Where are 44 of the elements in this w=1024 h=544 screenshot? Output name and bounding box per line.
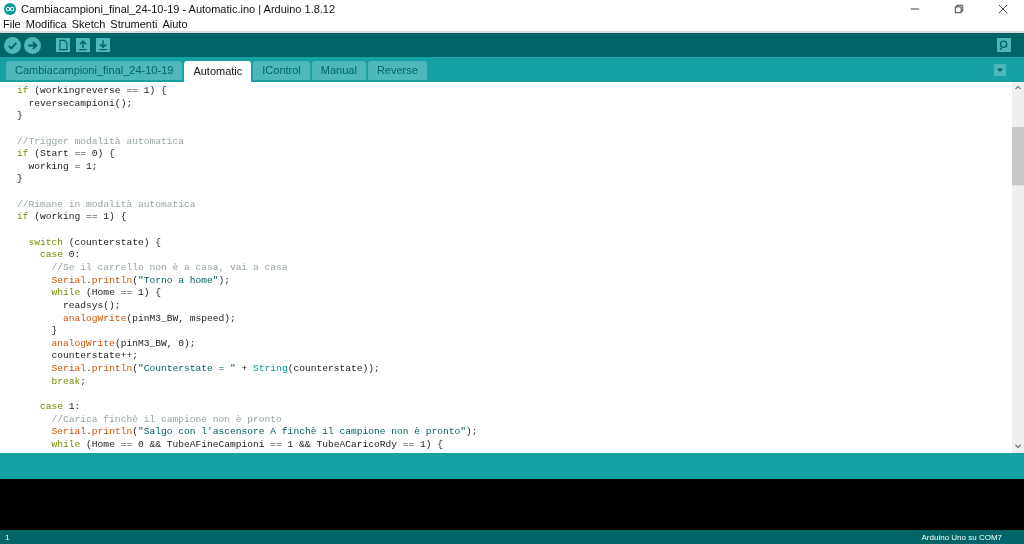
code-line: }	[50, 325, 58, 338]
serial-monitor-button[interactable]	[997, 38, 1011, 52]
menu-item[interactable]: Modifica	[25, 18, 67, 30]
verify-button[interactable]	[4, 36, 21, 54]
close-icon[interactable]	[998, 3, 1008, 14]
code-line: //Rimane in modalità automatica	[17, 198, 196, 212]
code-line: if (working == 1) {	[17, 211, 127, 225]
code-line: Serial.println("Torno a home");	[50, 274, 231, 288]
menu-item[interactable]: Aiuto	[162, 18, 188, 30]
line-number: 1	[5, 532, 10, 542]
file-tab[interactable]: Automatic	[184, 61, 252, 82]
menu-item[interactable]: Strumenti	[110, 18, 158, 30]
code-line: }	[17, 110, 23, 123]
code-line: analogWrite(pinM3_BW, 0);	[50, 337, 196, 351]
code-line: Serial.println("Salgo con l'ascensore A finchè il campione non è pronto");	[50, 426, 478, 439]
code-line: break;	[50, 375, 87, 389]
code-line: //Carica finchè il campione non è pronto	[50, 413, 282, 427]
code-line: while (Home == 1) {	[50, 287, 161, 300]
code-line: if (workingreverse == 1) {	[17, 85, 167, 98]
save-button[interactable]	[96, 38, 110, 52]
code-line: counterstate++;	[50, 350, 138, 364]
scrollbar[interactable]	[1012, 82, 1024, 453]
restore-icon[interactable]	[954, 3, 964, 14]
code-line: while (Home == 0 && TubeAFineCampioni == 1 && TubeACaricoRdy == 1) {	[50, 438, 444, 452]
code-line: analogWrite(pinM3_BW, mspeed);	[62, 312, 236, 326]
code-line: Serial.println("Counterstate = " + String(counterstate));	[50, 363, 380, 376]
code-line: switch (counterstate) {	[27, 236, 161, 250]
menu-item[interactable]: Sketch	[71, 18, 106, 30]
menu-item[interactable]: File	[3, 18, 21, 30]
code-line: case 0:	[39, 249, 81, 262]
code-line: if (Start == 0) {	[17, 148, 115, 161]
upload-button[interactable]	[24, 36, 41, 54]
code-line: case 1:	[39, 401, 81, 414]
code-line: //Se il carrello non è a casa, vai a casa	[50, 261, 288, 275]
board-port-label: Arduino Uno su COM7	[921, 532, 1002, 542]
code-line: reversecampioni();	[27, 97, 133, 111]
code-line: working = 1;	[27, 160, 98, 174]
new-file-button[interactable]	[56, 38, 70, 52]
code-line: readsys();	[62, 299, 121, 313]
window-title: Cambiacampioni_final_24-10-19 - Automatic.ino | Arduino 1.8.12	[21, 2, 336, 15]
code-line: //Trigger modalità automatica	[17, 135, 184, 149]
open-button[interactable]	[76, 38, 90, 52]
tab-menu-button[interactable]	[994, 63, 1006, 76]
code-line: }	[17, 173, 23, 187]
